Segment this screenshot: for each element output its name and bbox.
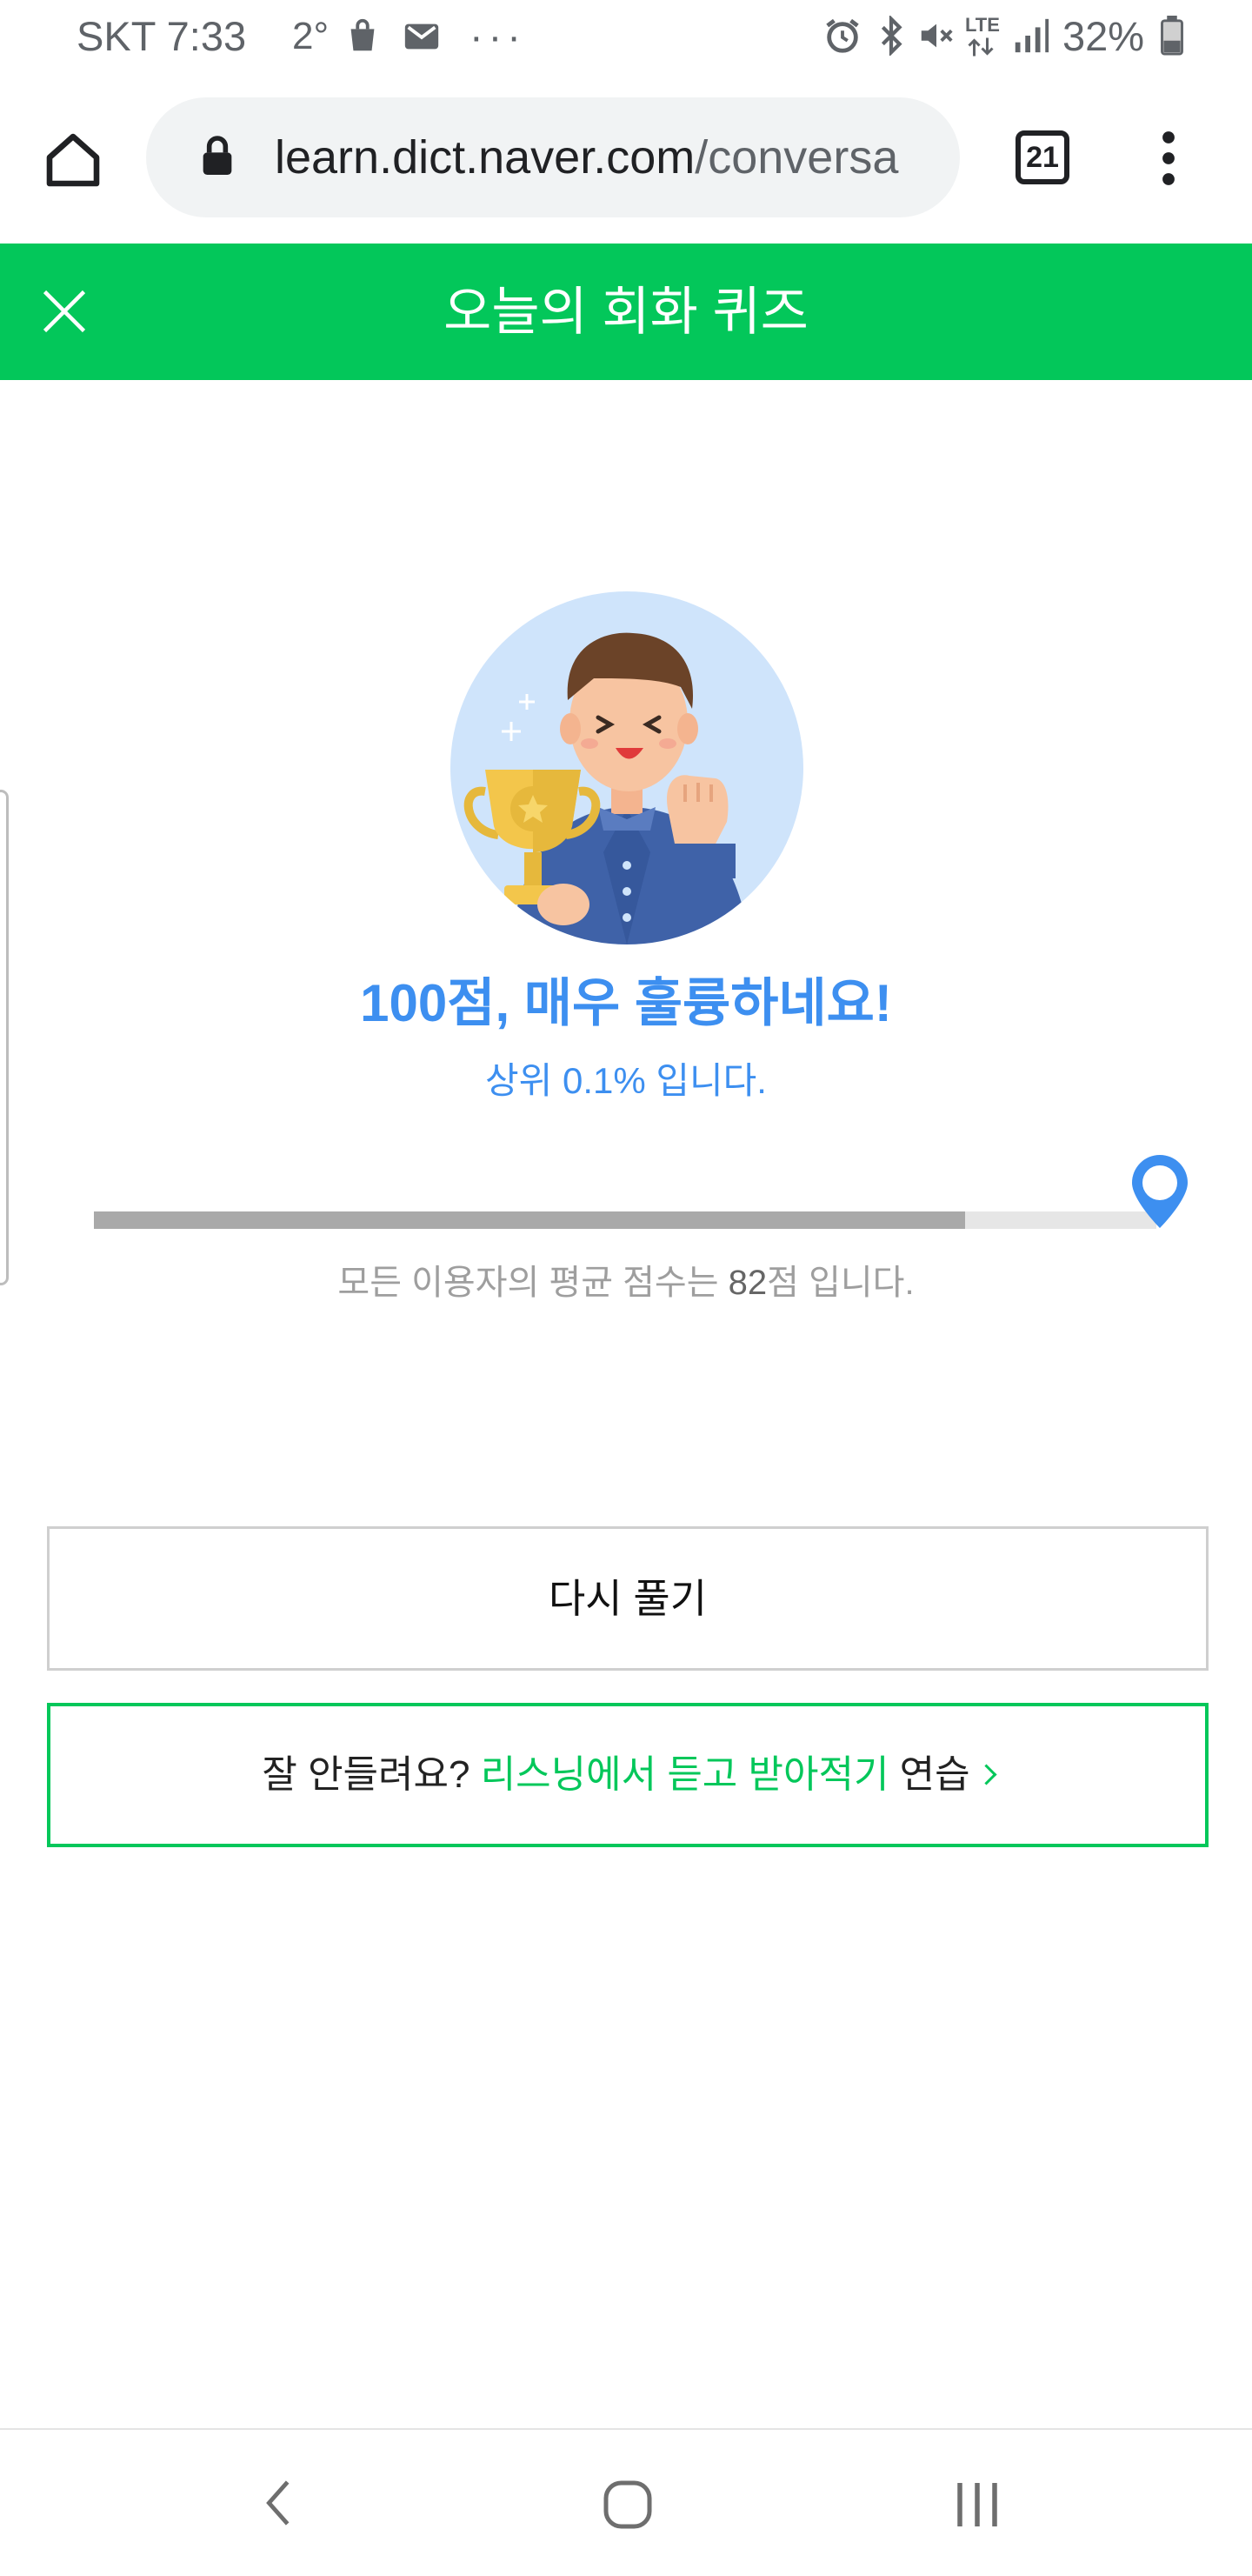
my-score-marker-icon [1132,1155,1188,1228]
listening-link: 리스닝에서 듣고 받아적기 [480,1753,889,1796]
home-nav-icon[interactable] [602,2479,654,2531]
more-notifications: ··· [470,13,526,59]
url-bar[interactable]: learn.dict.naver.com/conversa [146,97,960,217]
alarm-icon [826,18,859,53]
average-value: 82 [728,1264,768,1302]
url-domain: learn.dict.naver.com [275,131,696,184]
average-score-fill [94,1211,966,1229]
average-score-text: 모든 이용자의 평균 점수는 82점 입니다. [0,1259,1252,1306]
listening-suffix: 연습 [889,1753,970,1796]
listening-prefix: 잘 안들려요? [262,1753,481,1796]
gmail-icon [404,23,439,50]
shopping-bag-icon [350,18,375,51]
mute-icon [921,23,953,48]
menu-dots-icon[interactable] [1148,127,1189,190]
url-path: /conversa [695,131,899,184]
system-nav-bar [0,2428,1252,2576]
bluetooth-icon [881,16,902,56]
status-bar: SKT 7:33 2° ··· LTE 32% [0,0,1252,78]
listening-practice-button[interactable]: 잘 안들려요? 리스닝에서 듣고 받아적기 연습 [47,1703,1209,1847]
recent-apps-icon[interactable] [951,2479,1003,2531]
data-arrows-icon [968,37,994,57]
carrier-time: SKT 7:33 [77,13,247,59]
battery-level: 32% [1062,13,1145,59]
lock-icon [203,136,232,175]
temperature: 2° [292,15,330,57]
average-prefix: 모든 이용자의 평균 점수는 [337,1264,729,1302]
trophy-character-illustration [450,591,803,944]
chevron-right-icon [976,1764,997,1785]
score-track [94,1211,1156,1229]
tab-switcher-button[interactable]: 21 [1016,130,1069,184]
battery-icon [1161,16,1183,56]
side-panel-handle[interactable] [0,790,9,1285]
back-icon[interactable] [257,2475,299,2531]
rank-text: 상위 0.1% 입니다. [485,1060,767,1101]
retry-button[interactable]: 다시 풀기 [47,1526,1209,1671]
average-suffix: 점 입니다. [767,1264,915,1302]
close-icon[interactable] [38,285,90,337]
page-title: 오늘의 회화 퀴즈 [443,283,809,341]
score-title: 100점, 매우 훌륭하네요! [360,974,892,1032]
signal-icon [1015,18,1049,53]
url-text: learn.dict.naver.com/conversa [275,129,936,186]
home-icon[interactable] [42,129,104,191]
network-type: LTE [965,14,1000,36]
quiz-header: 오늘의 회화 퀴즈 [0,244,1252,380]
